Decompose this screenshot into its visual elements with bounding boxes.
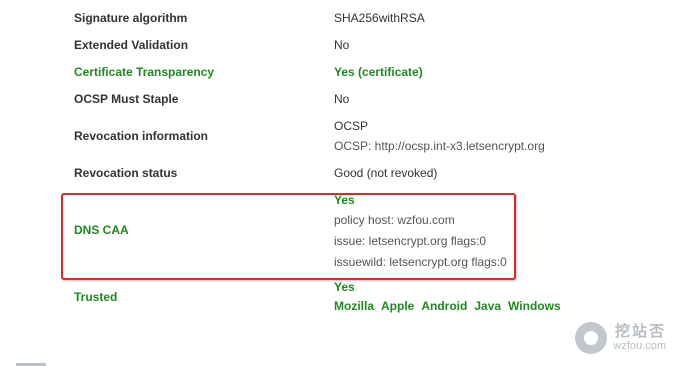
watermark-en: wzfou.com bbox=[613, 340, 666, 353]
ocsp-must-staple-value: No bbox=[334, 92, 350, 106]
signature-algorithm-value: SHA256withRSA bbox=[334, 11, 425, 25]
trusted-label: Trusted bbox=[74, 290, 118, 304]
extended-validation-label: Extended Validation bbox=[74, 38, 189, 52]
extended-validation-value: No bbox=[334, 38, 350, 52]
wzfou-logo-icon bbox=[575, 322, 608, 354]
trusted-status: Yes bbox=[334, 280, 355, 294]
revocation-status-label: Revocation status bbox=[74, 166, 178, 180]
watermark-text: 挖站否 wzfou.com bbox=[613, 322, 666, 353]
dns-caa-highlight-box bbox=[61, 193, 516, 280]
ocsp-url: OCSP: http://ocsp.int-x3.letsencrypt.org bbox=[334, 139, 545, 153]
certificate-transparency-label: Certificate Transparency bbox=[74, 65, 215, 79]
site-watermark: 挖站否 wzfou.com bbox=[575, 322, 666, 354]
trusted-browser-list: Mozilla Apple Android Java Windows bbox=[334, 299, 561, 313]
watermark-cn: 挖站否 bbox=[614, 322, 666, 340]
revocation-information-label: Revocation information bbox=[74, 129, 209, 143]
browser-mozilla: Mozilla bbox=[334, 299, 375, 313]
revocation-status-value: Good (not revoked) bbox=[334, 166, 438, 180]
browser-android: Android bbox=[421, 299, 468, 313]
browser-java: Java bbox=[474, 299, 502, 313]
certificate-transparency-value: Yes (certificate) bbox=[334, 65, 423, 79]
browser-windows: Windows bbox=[508, 299, 561, 313]
browser-apple: Apple bbox=[381, 299, 415, 313]
revocation-method: OCSP bbox=[334, 119, 369, 133]
ocsp-must-staple-label: OCSP Must Staple bbox=[74, 92, 179, 106]
signature-algorithm-label: Signature algorithm bbox=[74, 11, 188, 25]
